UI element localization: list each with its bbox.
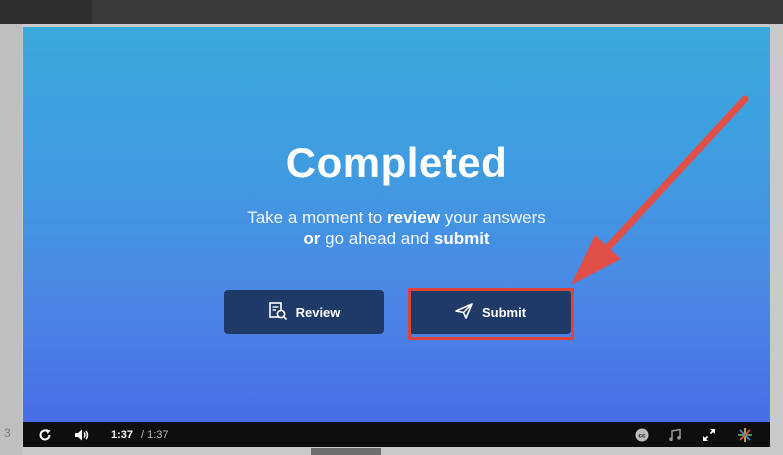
svg-text:cc: cc [638, 432, 646, 439]
top-tab [0, 0, 92, 24]
slide-title: Completed [285, 139, 508, 186]
review-button-label: Review [295, 304, 341, 320]
closed-captions-icon[interactable]: cc [633, 422, 651, 447]
bottom-strip [23, 447, 770, 455]
subtitle-bold: submit [433, 229, 490, 248]
quiz-slide: Completed Take a moment to review your a… [23, 27, 770, 422]
player-control-bar: 1:37 / 1:37 cc [23, 422, 770, 447]
time-current: 1:37 [111, 428, 134, 441]
subtitle-text: your answers [439, 208, 546, 227]
bottom-tab [311, 448, 381, 455]
side-label: 3 [4, 426, 11, 440]
subtitle-bold: review [387, 208, 440, 227]
volume-icon[interactable] [73, 422, 91, 447]
subtitle-text: go ahead and [320, 229, 434, 248]
subtitle-line-1: Take a moment to review your answers [23, 207, 770, 228]
replay-icon[interactable] [37, 422, 53, 447]
review-icon [268, 301, 288, 324]
submit-button[interactable]: Submit [409, 290, 571, 334]
subtitle-bold: or [303, 229, 321, 248]
submit-button-label: Submit [481, 304, 527, 320]
music-icon[interactable] [667, 422, 683, 447]
fullscreen-icon[interactable] [701, 422, 717, 447]
send-icon [454, 302, 474, 323]
subtitle-line-2: or go ahead and submit [23, 228, 770, 249]
review-button[interactable]: Review [224, 290, 384, 334]
slide-subtitle: Take a moment to review your answers or … [23, 207, 770, 249]
top-strip [0, 0, 783, 24]
subtitle-text: Take a moment to [247, 208, 388, 227]
time-total: / 1:37 [141, 428, 169, 441]
left-margin [0, 24, 22, 455]
right-margin [770, 24, 783, 455]
logo-icon [736, 422, 754, 447]
